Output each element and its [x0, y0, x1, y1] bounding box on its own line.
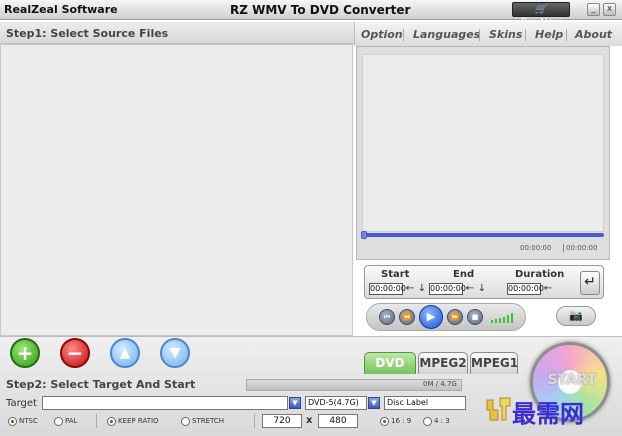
seek-bar[interactable] — [362, 233, 604, 237]
stretch-label: STRETCH — [192, 417, 225, 425]
options-divider — [254, 414, 255, 428]
menu-about[interactable]: About — [575, 28, 612, 41]
play-icon[interactable]: ▶ — [419, 305, 443, 329]
fast-forward-icon[interactable]: ⏩ — [447, 309, 463, 325]
end-time-field[interactable]: 00:00:00 — [429, 283, 466, 295]
height-input[interactable]: 480 — [318, 414, 358, 428]
stretch-radio[interactable] — [181, 417, 190, 426]
step2-label: Step2: Select Target And Start — [6, 378, 196, 391]
move-down-button[interactable]: ▼ — [160, 338, 190, 368]
menu-divider — [566, 29, 567, 41]
aspect-16-9-label: 16 : 9 — [391, 417, 412, 425]
enter-icon: ↵ — [584, 274, 596, 290]
app-title: RZ WMV To DVD Converter — [230, 3, 411, 17]
move-up-button[interactable]: ▲ — [110, 338, 140, 368]
set-start-left-icon[interactable]: ← — [405, 282, 415, 295]
start-label: START — [547, 372, 597, 388]
dimension-separator: x — [306, 415, 313, 426]
previous-frame-icon[interactable]: ⏮ — [379, 309, 395, 325]
menu-languages[interactable]: Languages — [413, 28, 480, 41]
keep-ratio-radio[interactable] — [107, 417, 116, 426]
width-input[interactable]: 720 — [262, 414, 302, 428]
keep-ratio-label: KEEP RATIO — [118, 417, 159, 425]
watermark-text: 最需网 — [512, 399, 584, 428]
tab-dvd[interactable]: DVD — [364, 352, 416, 374]
ntsc-label: NTSC — [19, 417, 38, 425]
menu-divider — [525, 29, 526, 41]
menu-bar: Option Languages Skins Help About — [354, 22, 622, 46]
menu-skins[interactable]: Skins — [489, 28, 522, 41]
end-label: End — [453, 269, 475, 280]
disc-usage-bar: 0M / 4.7G — [246, 379, 462, 391]
apply-trim-button[interactable]: ↵ — [580, 271, 600, 295]
volume-icon[interactable] — [491, 313, 517, 323]
step1-label: Step1: Select Source Files — [6, 27, 169, 40]
time-divider: | — [562, 243, 565, 252]
menu-divider — [479, 29, 480, 41]
target-label: Target — [6, 398, 37, 409]
pal-radio[interactable] — [54, 417, 63, 426]
video-preview — [362, 54, 604, 232]
aspect-4-3-label: 4 : 3 — [434, 417, 450, 425]
menu-help[interactable]: Help — [535, 28, 563, 41]
player-controls: ⏮ ⏪ ▶ ⏩ ■ — [366, 303, 526, 331]
tab-mpeg1[interactable]: MPEG1 — [470, 352, 518, 374]
menu-divider — [403, 29, 404, 41]
pal-label: PAL — [65, 417, 78, 425]
ntsc-radio[interactable] — [8, 417, 17, 426]
minimize-button[interactable]: _ — [587, 3, 600, 16]
total-time: 00:00:00 — [566, 244, 598, 252]
cart-icon: 🛒 — [534, 4, 548, 15]
aspect-16-9-radio[interactable] — [380, 417, 389, 426]
step1-header: Step1: Select Source Files — [0, 22, 354, 44]
start-label: Start — [381, 269, 410, 280]
options-divider — [96, 414, 97, 428]
camera-icon: 📷 — [569, 309, 583, 322]
set-start-down-icon[interactable]: ↓ — [417, 282, 427, 295]
buy-now-button[interactable]: 🛒 BuyNow — [512, 2, 570, 28]
aspect-4-3-radio[interactable] — [423, 417, 432, 426]
remove-file-button[interactable]: − — [60, 338, 90, 368]
trim-panel: Start End Duration 00:00:00 ← ↓ 00:00:00… — [364, 265, 604, 299]
current-time: 00:00:00 — [520, 244, 552, 252]
duration-field[interactable]: 00:00:00 — [507, 283, 544, 295]
title-bar: RealZeal Software RZ WMV To DVD Converte… — [0, 0, 622, 28]
disc-type-select[interactable]: DVD-5(4.7G) — [305, 396, 367, 410]
duration-label: Duration — [515, 269, 565, 280]
target-dropdown-icon[interactable]: ▼ — [289, 397, 301, 409]
disc-usage-text: 0M / 4.7G — [423, 380, 457, 388]
set-end-down-icon[interactable]: ↓ — [477, 282, 487, 295]
set-duration-left-icon[interactable]: ← — [543, 282, 553, 295]
snapshot-button[interactable]: 📷 — [556, 306, 596, 326]
seek-handle[interactable] — [361, 231, 367, 239]
disc-label-input[interactable]: Disc Label — [384, 396, 466, 410]
set-end-left-icon[interactable]: ← — [465, 282, 475, 295]
start-time-field[interactable]: 00:00:00 — [369, 283, 406, 295]
add-file-button[interactable]: + — [10, 338, 40, 368]
tab-mpeg2[interactable]: MPEG2 — [418, 352, 468, 374]
disc-type-dropdown-icon[interactable]: ▼ — [368, 397, 380, 409]
menu-option[interactable]: Option — [361, 28, 403, 41]
rewind-icon[interactable]: ⏪ — [399, 309, 415, 325]
brand-name: RealZeal Software — [4, 3, 118, 16]
source-file-list[interactable] — [0, 44, 353, 336]
stop-icon[interactable]: ■ — [467, 309, 483, 325]
target-folder-input[interactable] — [42, 396, 288, 410]
close-button[interactable]: x — [603, 3, 616, 16]
watermark-logo-icon — [484, 396, 512, 422]
